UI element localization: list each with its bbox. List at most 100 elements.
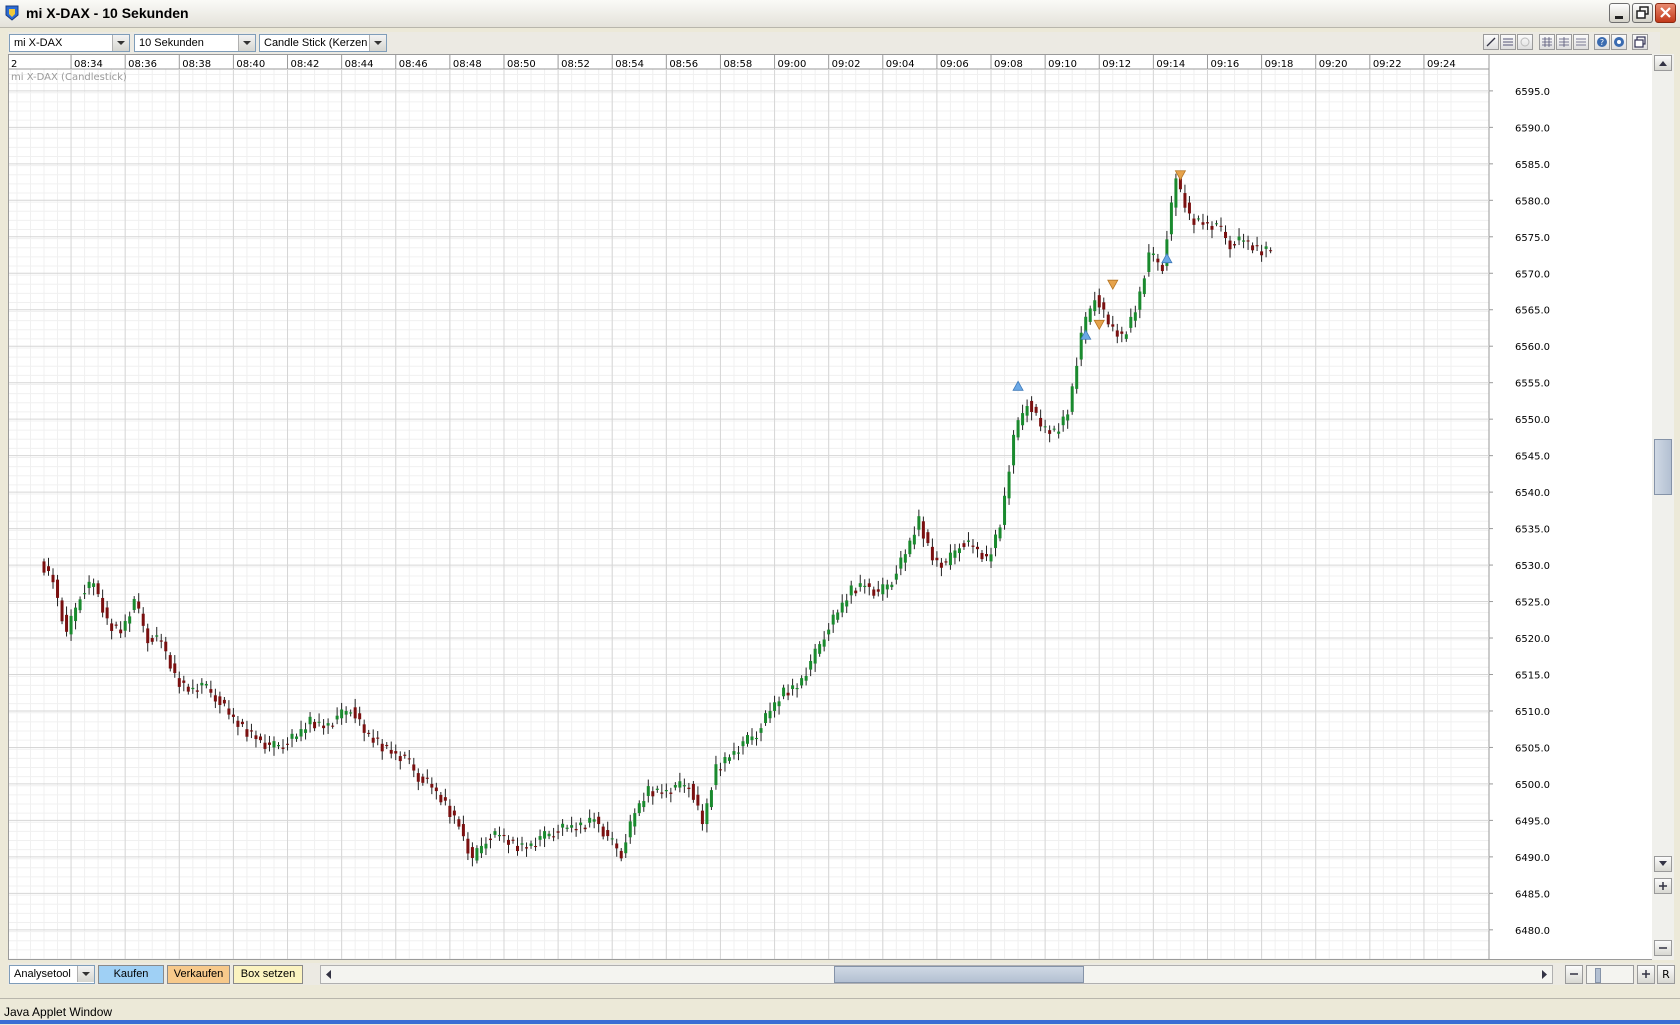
zoom-in-y-button[interactable]	[1654, 878, 1672, 894]
scroll-up-button[interactable]	[1654, 55, 1672, 71]
kaufen-button[interactable]: Kaufen	[98, 965, 164, 984]
candle-body	[240, 721, 244, 725]
candle-body	[200, 682, 204, 686]
horizontal-scrollbar[interactable]	[320, 965, 1553, 984]
chevron-down-icon[interactable]	[238, 35, 255, 51]
interval-select[interactable]: 10 Sekunden	[134, 34, 256, 52]
layout-3-button[interactable]	[1573, 34, 1589, 50]
candle-body	[1246, 240, 1250, 242]
candle-body	[741, 741, 745, 747]
candle-body	[78, 599, 82, 611]
candle-body	[137, 601, 141, 609]
candle-body	[191, 687, 195, 690]
candle-body	[773, 702, 777, 711]
candle-body	[561, 823, 565, 828]
candle-body	[493, 831, 497, 835]
candle-body	[1138, 291, 1142, 310]
candle-body	[1237, 236, 1241, 241]
analysetool-select[interactable]: Analysetool	[9, 965, 95, 984]
series-label: mi X-DAX (Candlestick)	[11, 72, 127, 83]
candle-body	[570, 825, 574, 828]
status-text: Java Applet Window	[4, 1005, 113, 1019]
x-tick-label: 08:40	[236, 59, 265, 70]
zoom-slider-handle[interactable]	[1595, 968, 1601, 983]
candle-body	[845, 600, 849, 607]
disabled-tool-button[interactable]	[1517, 34, 1533, 50]
vertical-scrollbar[interactable]	[1652, 54, 1674, 960]
y-tick-label: 6525.0	[1515, 598, 1550, 609]
instrument-select[interactable]: mi X-DAX	[9, 34, 130, 52]
candle-body	[394, 751, 398, 754]
zoom-in-x-button[interactable]	[1637, 965, 1655, 984]
candle-body	[403, 754, 407, 756]
candle-body	[304, 729, 308, 733]
help-button[interactable]: ?	[1594, 34, 1610, 50]
candlestick-chart[interactable]: 2 08:34 08:36 08:38 08:40 08:42 08:44 08:46 08:…	[9, 55, 1659, 959]
candle-body	[470, 847, 474, 858]
chart-type-select[interactable]: Candle Stick (Kerzen	[259, 34, 387, 52]
reset-button[interactable]: R	[1657, 965, 1675, 984]
candle-body	[872, 589, 876, 596]
candle-body	[331, 725, 335, 727]
arrow-right-icon[interactable]	[1538, 968, 1550, 981]
candle-body	[1224, 231, 1228, 239]
chart-panel[interactable]: 2 08:34 08:36 08:38 08:40 08:42 08:44 08:46 08:…	[8, 54, 1660, 960]
draw-line-button[interactable]	[1483, 34, 1499, 50]
candle-body	[326, 723, 330, 726]
zoom-out-y-button[interactable]	[1654, 940, 1672, 956]
settings-button[interactable]	[1611, 34, 1627, 50]
arrow-up-icon	[1659, 61, 1667, 66]
x-tick-label: 08:44	[345, 59, 374, 70]
candle-body	[146, 628, 150, 644]
minimize-button[interactable]	[1609, 3, 1630, 23]
x-tick-label: 09:04	[886, 59, 915, 70]
y-axis: 6595.0 6590.0 6585.0 6580.0 6575.0 6570.0 6565…	[1489, 87, 1550, 937]
candle-body	[123, 620, 127, 631]
layout-2-button[interactable]	[1556, 34, 1572, 50]
candle-body	[1034, 406, 1038, 413]
zoom-out-x-button[interactable]	[1565, 965, 1583, 984]
grid-icon	[1503, 38, 1513, 46]
detach-button[interactable]	[1632, 34, 1648, 50]
candle-body	[506, 839, 510, 845]
title-bar: mi X-DAX - 10 Sekunden	[0, 0, 1680, 28]
candle-body	[691, 783, 695, 800]
chevron-down-icon[interactable]	[77, 966, 94, 982]
candle-body	[1061, 416, 1065, 426]
candle-body	[412, 764, 416, 771]
candle-body	[479, 845, 483, 854]
candle-body	[538, 836, 542, 840]
candle-body	[786, 692, 790, 696]
horizontal-scroll-thumb[interactable]	[834, 966, 1084, 983]
box-setzen-button[interactable]: Box setzen	[233, 965, 303, 984]
candle-body	[362, 724, 366, 733]
candle-body	[511, 839, 515, 841]
close-button[interactable]	[1655, 3, 1676, 23]
candle-body	[308, 716, 312, 725]
verkaufen-button[interactable]: Verkaufen	[167, 965, 230, 984]
candle-body	[1255, 245, 1259, 247]
candle-body	[655, 788, 659, 790]
scroll-down-button[interactable]	[1654, 856, 1672, 872]
y-tick-label: 6560.0	[1515, 342, 1550, 353]
candle-body	[277, 745, 280, 747]
candle-body	[597, 816, 601, 825]
candle-body	[628, 821, 632, 838]
candle-body	[908, 540, 912, 555]
candle-body	[700, 810, 704, 825]
candle-body	[1048, 430, 1052, 434]
layout-1-button[interactable]	[1539, 34, 1555, 50]
chevron-down-icon[interactable]	[112, 35, 129, 51]
candle-body	[168, 655, 172, 669]
candle-body	[1043, 426, 1047, 428]
candle-body	[651, 791, 655, 797]
candle-body	[155, 635, 159, 637]
vertical-scroll-thumb[interactable]	[1654, 439, 1672, 495]
grid-lines-button[interactable]	[1500, 34, 1516, 50]
arrow-left-icon[interactable]	[323, 968, 335, 981]
candle-body	[164, 641, 168, 652]
restore-button[interactable]	[1632, 3, 1653, 23]
chevron-down-icon[interactable]	[369, 35, 386, 51]
zoom-slider[interactable]	[1586, 965, 1634, 984]
candle-body	[556, 831, 560, 833]
